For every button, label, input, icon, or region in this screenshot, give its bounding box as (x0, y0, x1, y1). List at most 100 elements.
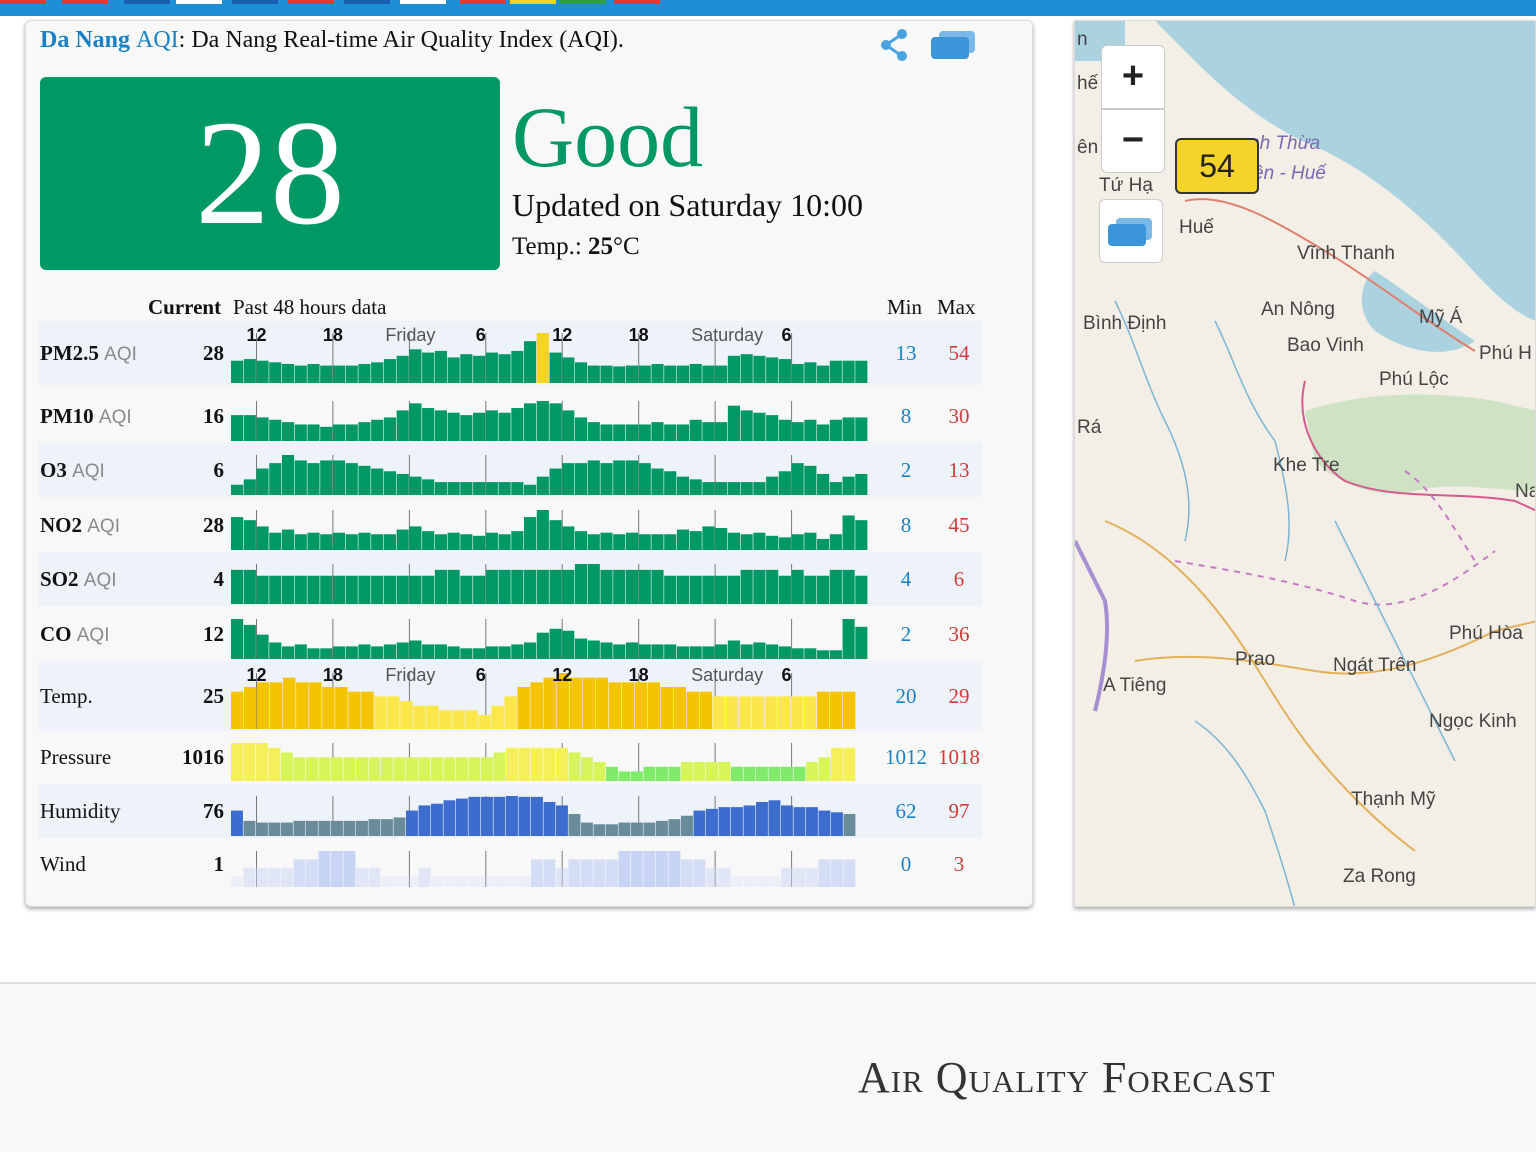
language-flag-icon[interactable] (0, 0, 46, 4)
pm25-bar (473, 355, 486, 383)
pm25-bar (562, 357, 575, 383)
pm25-bar (753, 355, 766, 383)
wind-bar (481, 876, 493, 887)
temp-bar (842, 691, 856, 729)
pm25-bar (434, 350, 447, 383)
so2-bar (256, 575, 269, 604)
so2-bar (498, 569, 511, 604)
pm10-max-value: 30 (948, 404, 970, 428)
humidity-bar (643, 822, 656, 836)
humidity-bar (381, 819, 393, 836)
co-bar (332, 646, 346, 659)
language-flag-icon[interactable] (460, 0, 506, 4)
language-flag-icon[interactable] (288, 0, 334, 4)
language-flag-icon[interactable] (124, 0, 170, 4)
language-flag-icon[interactable] (400, 0, 446, 4)
pm25-bar (345, 365, 358, 383)
pressure-bar (406, 757, 418, 781)
wind-bar (431, 876, 443, 887)
pressure-bar (668, 766, 681, 781)
language-flag-icon[interactable] (232, 0, 278, 4)
humidity-bar (468, 796, 481, 836)
pressure-bar (518, 747, 531, 781)
so2-bar (766, 569, 779, 604)
temp-bar (699, 691, 713, 729)
temp-bar (270, 682, 283, 729)
pm10-bar (702, 422, 715, 441)
wind-bar (243, 867, 256, 887)
o3-bar (791, 463, 804, 495)
temp-bar (465, 710, 478, 729)
pm10-aqi-suffix: AQI (98, 407, 132, 428)
language-flag-icon[interactable] (614, 0, 660, 4)
pm10-bar (676, 424, 690, 441)
o3-bar (383, 471, 397, 495)
o3-bar (231, 484, 244, 495)
temp-bar (764, 696, 778, 729)
no2-bar (638, 534, 651, 550)
humidity-bar (568, 814, 581, 836)
language-flag-icon[interactable] (510, 0, 556, 4)
pm10-bar (817, 424, 830, 441)
humidity-max-value: 97 (948, 799, 970, 823)
city-aqi-link[interactable]: Da Nang AQI (40, 27, 179, 53)
no2-bar (804, 532, 817, 550)
language-flag-icon[interactable] (560, 0, 606, 4)
co-bar (536, 632, 549, 659)
wind-bar (643, 851, 656, 887)
time-axis-label: 6 (475, 665, 486, 685)
share-icon[interactable] (878, 27, 912, 63)
min-column-header: Min (887, 295, 923, 319)
no2-bar (320, 534, 333, 550)
temp-unit: °C (613, 233, 640, 260)
o3-bar (511, 482, 524, 495)
pm10-bar (434, 410, 447, 441)
humidity-bar (818, 810, 831, 836)
map-place-na: Na (1515, 481, 1535, 502)
pressure-min-value: 1012 (885, 745, 927, 769)
co-bar (766, 644, 779, 659)
wind-bar (368, 867, 381, 887)
co-bar (371, 646, 384, 659)
zoom-out-button[interactable]: − (1101, 109, 1165, 173)
humidity-bar (518, 796, 531, 836)
pressure-bar (681, 762, 693, 781)
station-marker[interactable]: 54 (1175, 138, 1259, 194)
pm10-bar (600, 424, 613, 441)
no2-bar (587, 534, 600, 550)
pm10-bar (727, 405, 740, 441)
map[interactable]: + − n hế ên Tứ Hạ Huế nh Thừa ên - Huế Vĩnh Tha… (1074, 20, 1536, 907)
pm10-bar (855, 417, 868, 441)
wind-bar (306, 859, 318, 887)
o3-bar (485, 482, 498, 495)
pm25-bar (422, 352, 435, 383)
temp-bar (777, 696, 791, 729)
co-bar (524, 642, 537, 659)
pm10-bar (332, 424, 346, 441)
so2-bar (689, 575, 702, 604)
no2-bar (651, 534, 664, 550)
co-bar (345, 646, 358, 659)
pm10-bar (536, 401, 549, 441)
zoom-in-button[interactable]: + (1101, 45, 1165, 109)
so2-history-chart (231, 564, 868, 604)
language-flag-icon[interactable] (176, 0, 222, 4)
so2-bar (460, 575, 473, 604)
map-chat-button[interactable] (1099, 199, 1163, 263)
so2-max-value: 6 (953, 567, 965, 591)
chat-icon[interactable] (929, 29, 977, 63)
language-flag-icon[interactable] (344, 0, 390, 4)
wind-current-value: 1 (213, 852, 225, 876)
pressure-bar (531, 747, 543, 781)
co-bar (281, 646, 295, 659)
language-flag-icon[interactable] (62, 0, 108, 4)
pm10-bar (281, 422, 295, 441)
no2-bar (371, 534, 384, 550)
humidity-bar (493, 796, 506, 836)
co-bar (613, 644, 626, 659)
wind-bar (318, 851, 331, 887)
temp-bar (816, 691, 830, 729)
temp-bar (335, 687, 348, 729)
so2-bar (447, 569, 460, 604)
wind-bar (343, 851, 356, 887)
